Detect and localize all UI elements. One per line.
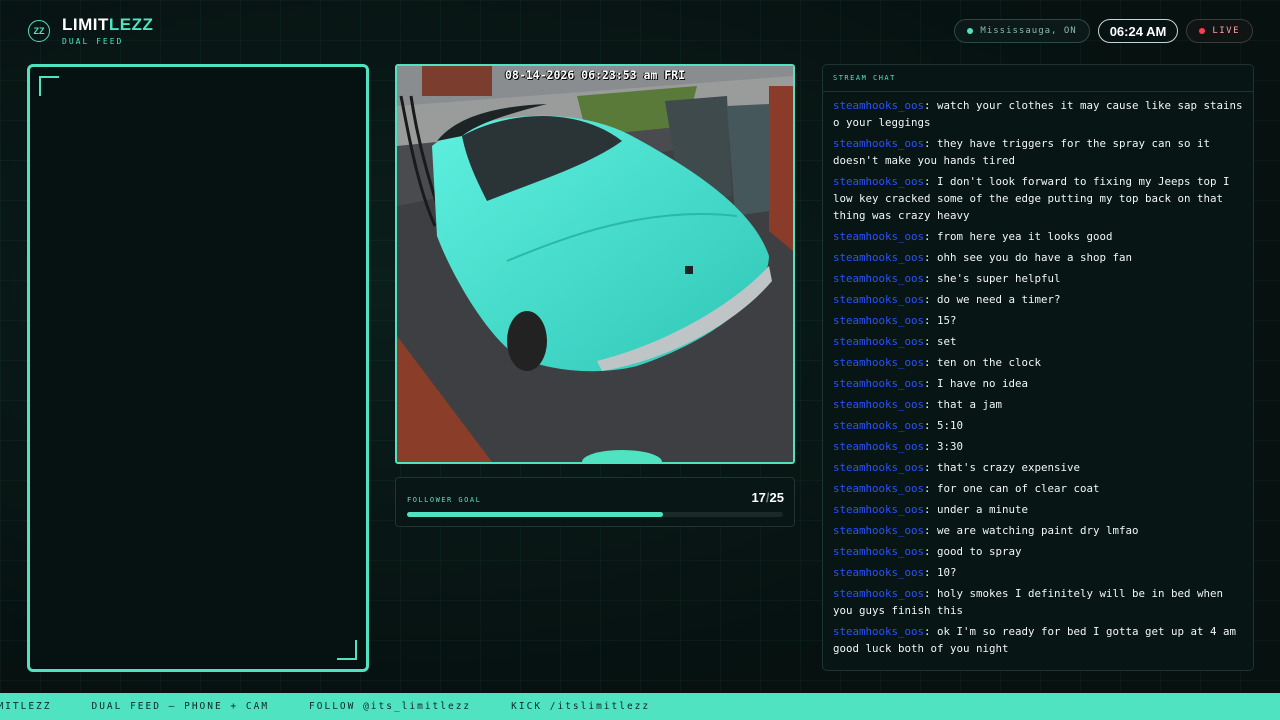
chat-message-text: under a minute bbox=[937, 503, 1029, 516]
chat-message: steamhooks_oos: I don't look forward to … bbox=[833, 175, 1230, 222]
chat-username[interactable]: steamhooks_oos bbox=[833, 545, 924, 558]
chat-username[interactable]: steamhooks_oos bbox=[833, 293, 924, 306]
chat-message: steamhooks_oos: ten on the clock bbox=[833, 356, 1042, 369]
chat-message-text: that a jam bbox=[937, 398, 1003, 411]
chat-username[interactable]: steamhooks_oos bbox=[833, 625, 924, 638]
camera-feed: 08-14-2026 06:23:53 am FRI bbox=[395, 64, 795, 464]
chat-username[interactable]: steamhooks_oos bbox=[833, 314, 924, 327]
chat-message-text: that's crazy expensive bbox=[937, 461, 1081, 474]
ticker-item: DUAL FEED — PHONE + CAM bbox=[91, 701, 270, 712]
chat-message: steamhooks_oos: I have no idea bbox=[833, 377, 1029, 390]
chat-username[interactable]: steamhooks_oos bbox=[833, 377, 924, 390]
chat-message: steamhooks_oos: holy smokes I definitely… bbox=[833, 587, 1224, 617]
chat-message-text: we are watching paint dry lmfao bbox=[937, 524, 1139, 537]
follower-goal-target: 25 bbox=[769, 490, 784, 505]
follower-goal-current: 17 bbox=[751, 490, 766, 505]
chat-username[interactable]: steamhooks_oos bbox=[833, 461, 924, 474]
chat-message: steamhooks_oos: 15? bbox=[833, 314, 957, 327]
location-badge: Mississauga, ON bbox=[954, 19, 1090, 43]
ticker-item: LIMITLEZZ bbox=[0, 701, 52, 712]
chat-message: steamhooks_oos: ok I'm so ready for bed … bbox=[833, 625, 1237, 655]
phone-feed-frame bbox=[27, 64, 369, 672]
chat-message: steamhooks_oos: under a minute bbox=[833, 503, 1029, 516]
chat-username[interactable]: steamhooks_oos bbox=[833, 251, 924, 264]
brand-text: LIMITLEZZ DUAL FEED bbox=[62, 16, 153, 47]
chat-username[interactable]: steamhooks_oos bbox=[833, 524, 924, 537]
chat-username[interactable]: steamhooks_oos bbox=[833, 482, 924, 495]
chat-message-text: 3:30 bbox=[937, 440, 964, 453]
chat-message-text: set bbox=[937, 335, 957, 348]
chat-message: steamhooks_oos: we are watching paint dr… bbox=[833, 524, 1139, 537]
live-text: LIVE bbox=[1212, 26, 1240, 36]
location-dot-icon bbox=[967, 28, 974, 34]
header-status: Mississauga, ON 06:24 AM LIVE bbox=[954, 19, 1253, 43]
chat-message-text: 10? bbox=[937, 566, 957, 579]
chat-message: steamhooks_oos: for one can of clear coa… bbox=[833, 482, 1100, 495]
chat-message-text: she's super helpful bbox=[937, 272, 1061, 285]
stream-chat: STREAM CHAT steamhooks_oos: watch your c… bbox=[822, 64, 1254, 671]
chat-username[interactable]: steamhooks_oos bbox=[833, 587, 924, 600]
chat-message: steamhooks_oos: good to spray bbox=[833, 545, 1022, 558]
chat-message-text: for one can of clear coat bbox=[937, 482, 1100, 495]
chat-message: steamhooks_oos: ohh see you do have a sh… bbox=[833, 251, 1133, 264]
chat-message-text: from here yea it looks good bbox=[937, 230, 1113, 243]
brand-title-accent: LEZZ bbox=[108, 15, 154, 34]
ticker-item: FOLLOW @its_limitlezz bbox=[309, 701, 472, 712]
follower-goal-count: 17/25 bbox=[751, 490, 784, 505]
frame-corner-bottom-right bbox=[337, 640, 357, 660]
chat-username[interactable]: steamhooks_oos bbox=[833, 398, 924, 411]
live-badge: LIVE bbox=[1186, 19, 1253, 43]
chat-username[interactable]: steamhooks_oos bbox=[833, 503, 924, 516]
chat-username[interactable]: steamhooks_oos bbox=[833, 137, 924, 150]
chat-message-text: ohh see you do have a shop fan bbox=[937, 251, 1133, 264]
chat-message: steamhooks_oos: she's super helpful bbox=[833, 272, 1061, 285]
chat-message: steamhooks_oos: that a jam bbox=[833, 398, 1003, 411]
chat-message-text: I have no idea bbox=[937, 377, 1029, 390]
chat-message: steamhooks_oos: from here yea it looks g… bbox=[833, 230, 1113, 243]
chat-message-text: good to spray bbox=[937, 545, 1022, 558]
brand-subtitle: DUAL FEED bbox=[62, 37, 124, 46]
chat-message: steamhooks_oos: they have triggers for t… bbox=[833, 137, 1211, 167]
follower-goal-label: FOLLOWER GOAL bbox=[407, 496, 482, 504]
chat-message: steamhooks_oos: 3:30 bbox=[833, 440, 964, 453]
chat-username[interactable]: steamhooks_oos bbox=[833, 272, 924, 285]
follower-goal: FOLLOWER GOAL 17/25 bbox=[395, 477, 795, 527]
frame-corner-top-left bbox=[39, 76, 59, 96]
chat-message: steamhooks_oos: 10? bbox=[833, 566, 957, 579]
chat-message-text: do we need a timer? bbox=[937, 293, 1061, 306]
chat-message: steamhooks_oos: that's crazy expensive bbox=[833, 461, 1081, 474]
clock-text: 06:24 AM bbox=[1109, 23, 1167, 39]
chat-message: steamhooks_oos: set bbox=[833, 335, 957, 348]
chat-message-text: 5:10 bbox=[937, 419, 964, 432]
live-dot-icon bbox=[1199, 28, 1206, 34]
camera-image bbox=[397, 66, 793, 462]
chat-message-list[interactable]: steamhooks_oos: watch your clothes it ma… bbox=[833, 97, 1245, 661]
chat-username[interactable]: steamhooks_oos bbox=[833, 419, 924, 432]
chat-message-text: ten on the clock bbox=[937, 356, 1042, 369]
zz-logo-icon: ZZ bbox=[28, 20, 50, 42]
chat-message-text: 15? bbox=[937, 314, 957, 327]
chat-username[interactable]: steamhooks_oos bbox=[833, 99, 924, 112]
chat-username[interactable]: steamhooks_oos bbox=[833, 566, 924, 579]
chat-message: steamhooks_oos: do we need a timer? bbox=[833, 293, 1061, 306]
chat-message: steamhooks_oos: 5:10 bbox=[833, 419, 964, 432]
chat-message: steamhooks_oos: watch your clothes it ma… bbox=[833, 99, 1243, 129]
chat-username[interactable]: steamhooks_oos bbox=[833, 356, 924, 369]
ticker-item: KICK /itslimitlezz bbox=[511, 701, 651, 712]
chat-username[interactable]: steamhooks_oos bbox=[833, 230, 924, 243]
follower-goal-progress-track bbox=[407, 512, 783, 517]
brand-title: LIMITLEZZ bbox=[62, 16, 153, 34]
brand: ZZ LIMITLEZZ DUAL FEED bbox=[28, 16, 153, 46]
follower-goal-progress-fill bbox=[407, 512, 663, 517]
location-text: Mississauga, ON bbox=[980, 26, 1077, 36]
chat-username[interactable]: steamhooks_oos bbox=[833, 335, 924, 348]
clock-badge: 06:24 AM bbox=[1097, 19, 1179, 43]
bottom-ticker: LIMITLEZZ DUAL FEED — PHONE + CAM FOLLOW @… bbox=[0, 693, 1280, 720]
chat-title: STREAM CHAT bbox=[823, 65, 1253, 92]
camera-timestamp: 08-14-2026 06:23:53 am FRI bbox=[504, 68, 685, 82]
brand-title-main: LIMIT bbox=[62, 15, 109, 34]
chat-username[interactable]: steamhooks_oos bbox=[833, 440, 924, 453]
chat-username[interactable]: steamhooks_oos bbox=[833, 175, 924, 188]
